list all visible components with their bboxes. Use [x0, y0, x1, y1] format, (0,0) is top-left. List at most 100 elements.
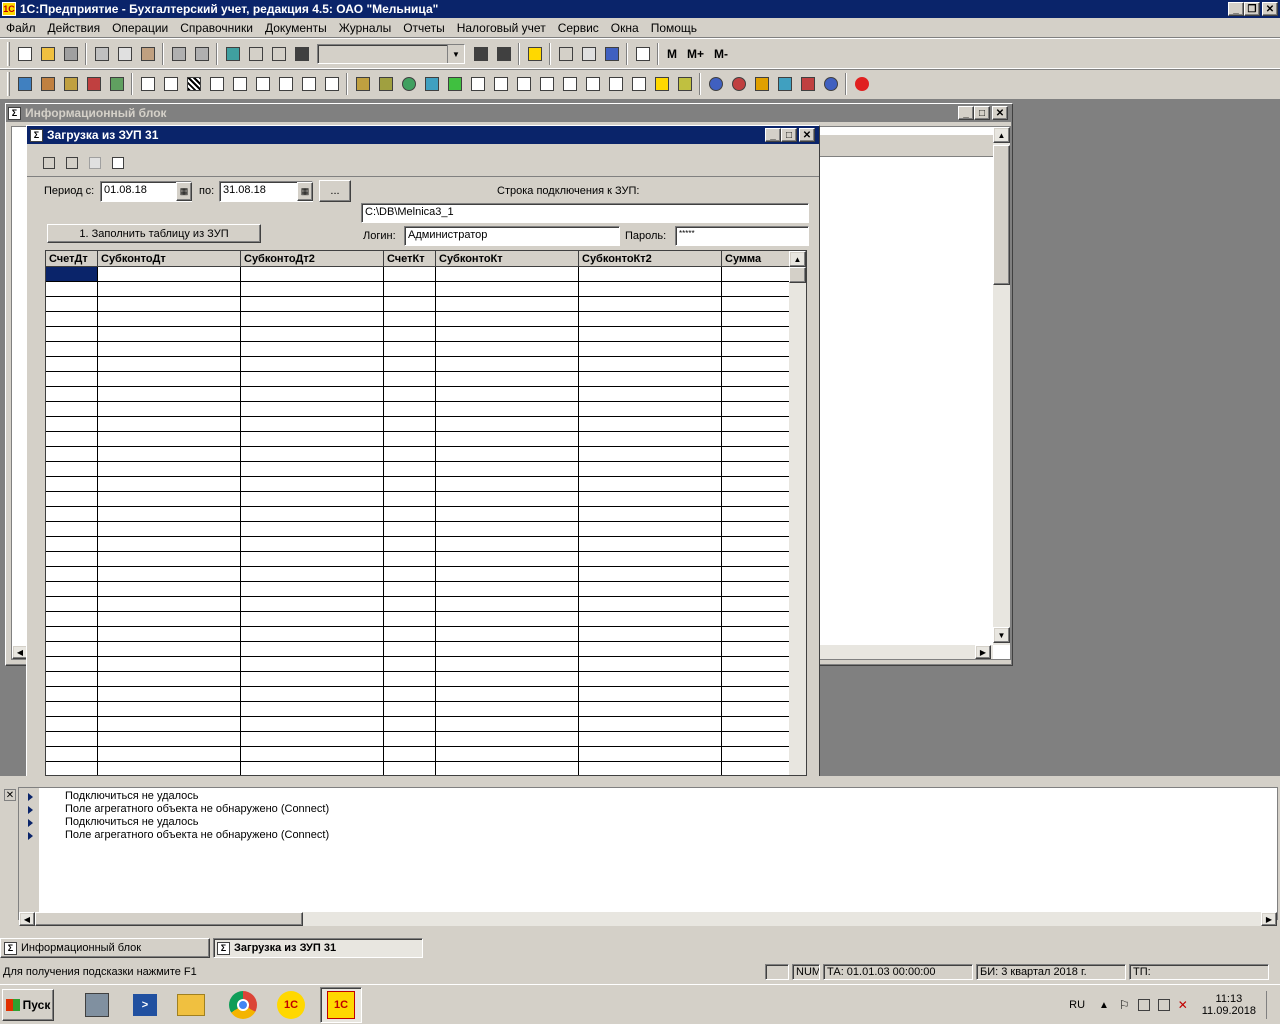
table-row[interactable] — [46, 627, 790, 642]
table-row[interactable] — [46, 612, 790, 627]
table-cell[interactable] — [46, 477, 98, 492]
calendar-icon[interactable]: ▦ — [297, 182, 313, 201]
start-button[interactable]: Пуск — [2, 989, 54, 1021]
connection-string-field[interactable]: C:\DB\Melnica3_1 — [361, 203, 809, 223]
table-cell[interactable] — [98, 297, 241, 312]
table-cell[interactable] — [436, 552, 579, 567]
find-next-icon[interactable] — [470, 43, 492, 65]
table-cell[interactable] — [46, 627, 98, 642]
table-cell[interactable] — [241, 522, 384, 537]
flag-icon[interactable]: ⚐ — [1119, 998, 1130, 1012]
table-cell[interactable] — [579, 387, 722, 402]
restore-button[interactable]: ❐ — [1244, 2, 1260, 16]
table-row[interactable] — [46, 297, 790, 312]
table-cell[interactable] — [436, 402, 579, 417]
table-cell[interactable] — [46, 612, 98, 627]
table-cell[interactable] — [384, 747, 436, 762]
table-cell[interactable] — [436, 282, 579, 297]
table-cell[interactable] — [722, 567, 790, 582]
table-cell[interactable] — [241, 447, 384, 462]
people-icon[interactable] — [375, 73, 397, 95]
table-cell[interactable] — [98, 522, 241, 537]
table-cell[interactable] — [436, 507, 579, 522]
table-row[interactable] — [46, 477, 790, 492]
memory-minus-button[interactable]: M- — [709, 47, 733, 61]
table-cell[interactable] — [722, 597, 790, 612]
table-cell[interactable] — [241, 537, 384, 552]
table-cell[interactable] — [46, 492, 98, 507]
memory-plus-button[interactable]: M+ — [682, 47, 709, 61]
people-icon[interactable] — [352, 73, 374, 95]
explorer-icon[interactable] — [170, 987, 212, 1023]
ledger-icon[interactable] — [651, 73, 673, 95]
table-cell[interactable] — [46, 582, 98, 597]
table-cell[interactable] — [98, 402, 241, 417]
scroll-down-icon[interactable]: ▼ — [993, 627, 1010, 643]
document-icon[interactable] — [582, 73, 604, 95]
report-icon[interactable] — [137, 73, 159, 95]
report-icon[interactable] — [160, 73, 182, 95]
calculator-icon[interactable] — [555, 43, 577, 65]
invoice-icon[interactable] — [467, 73, 489, 95]
service-icon[interactable] — [728, 73, 750, 95]
table-cell[interactable] — [579, 597, 722, 612]
report-icon[interactable] — [298, 73, 320, 95]
1c-enterprise-icon[interactable]: 1C — [270, 987, 312, 1023]
table-cell[interactable] — [722, 507, 790, 522]
home-icon[interactable] — [513, 73, 535, 95]
table-cell[interactable] — [722, 267, 790, 282]
table-cell[interactable] — [436, 657, 579, 672]
table-cell[interactable] — [722, 537, 790, 552]
column-header-account-dt[interactable]: СчетДт — [46, 251, 98, 267]
table-cell[interactable] — [579, 687, 722, 702]
print-icon[interactable] — [168, 43, 190, 65]
tools-icon[interactable] — [674, 73, 696, 95]
table-cell[interactable] — [436, 417, 579, 432]
table-cell[interactable] — [579, 402, 722, 417]
table-vertical-scrollbar[interactable]: ▲ — [789, 251, 806, 775]
table-cell[interactable] — [384, 477, 436, 492]
syntax-helper-icon[interactable] — [601, 43, 623, 65]
properties-icon[interactable] — [222, 43, 244, 65]
undo-icon[interactable] — [245, 43, 267, 65]
table-cell[interactable] — [579, 327, 722, 342]
column-header-subconto-dt2[interactable]: СубконтоДт2 — [241, 251, 384, 267]
table-cell[interactable] — [98, 702, 241, 717]
table-cell[interactable] — [384, 642, 436, 657]
table-cell[interactable] — [98, 732, 241, 747]
table-cell[interactable] — [436, 627, 579, 642]
table-row[interactable] — [46, 537, 790, 552]
monitor-icon[interactable] — [559, 73, 581, 95]
table-cell[interactable] — [46, 297, 98, 312]
table-cell[interactable] — [384, 552, 436, 567]
table-cell[interactable] — [722, 297, 790, 312]
table-row[interactable] — [46, 387, 790, 402]
table-cell[interactable] — [436, 612, 579, 627]
table-cell[interactable] — [241, 657, 384, 672]
table-row[interactable] — [46, 372, 790, 387]
table-cell[interactable] — [46, 552, 98, 567]
1c-v7-icon[interactable]: 1C — [320, 987, 362, 1023]
table-cell[interactable] — [384, 402, 436, 417]
calculation-icon[interactable] — [751, 73, 773, 95]
table-cell[interactable] — [98, 567, 241, 582]
table-cell[interactable] — [98, 492, 241, 507]
table-cell[interactable] — [241, 507, 384, 522]
table-cell[interactable] — [436, 342, 579, 357]
table-cell[interactable] — [384, 267, 436, 282]
menu-actions[interactable]: Действия — [42, 21, 107, 35]
table-cell[interactable] — [436, 762, 579, 775]
paste-icon[interactable] — [137, 43, 159, 65]
table-cell[interactable] — [241, 387, 384, 402]
report-icon[interactable] — [321, 73, 343, 95]
cut-icon[interactable] — [91, 43, 113, 65]
toolbar-grip[interactable] — [7, 72, 10, 96]
service-icon[interactable] — [820, 73, 842, 95]
table-cell[interactable] — [98, 507, 241, 522]
table-cell[interactable] — [241, 672, 384, 687]
table-cell[interactable] — [241, 267, 384, 282]
table-cell[interactable] — [46, 657, 98, 672]
login-field[interactable]: Администратор — [404, 226, 620, 246]
table-cell[interactable] — [579, 672, 722, 687]
table-cell[interactable] — [384, 432, 436, 447]
